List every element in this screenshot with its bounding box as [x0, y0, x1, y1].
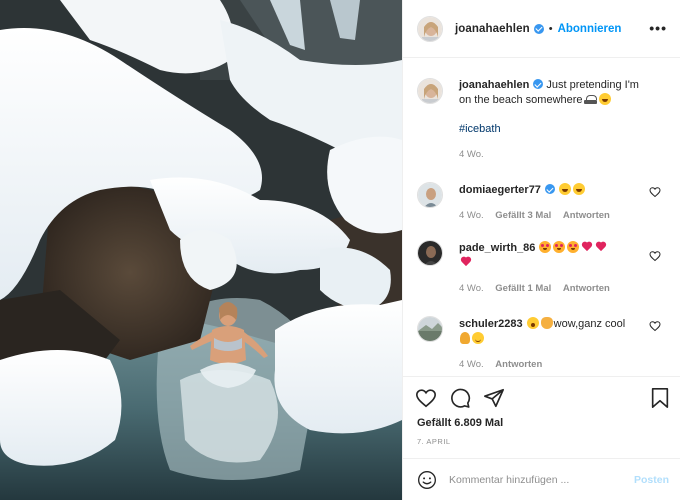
- reply-button[interactable]: Antworten: [495, 359, 542, 370]
- save-bookmark-icon[interactable]: [649, 387, 671, 409]
- caption-timestamp[interactable]: 4 Wo.: [459, 149, 484, 160]
- more-options-icon[interactable]: •••: [649, 21, 667, 35]
- emoji-picker-icon[interactable]: [417, 470, 437, 490]
- comment-item: domiaegerter77 4 Wo. Gefällt 3 Mal Antwo…: [417, 182, 667, 232]
- red-heart-icon: [581, 241, 593, 253]
- like-comment-heart-icon[interactable]: [649, 250, 661, 262]
- hashtag-link[interactable]: #icebath: [459, 122, 651, 137]
- verified-badge-icon: [533, 79, 544, 89]
- comment-body: domiaegerter77 4 Wo. Gefällt 3 Mal Antwo…: [459, 183, 651, 223]
- add-comment-bar: Kommentar hinzufügen ... Posten: [403, 458, 680, 500]
- clap-icon: [540, 317, 553, 329]
- hands-icon: [460, 332, 470, 344]
- separator-dot: •: [548, 22, 553, 35]
- comment-username[interactable]: domiaegerter77: [459, 184, 541, 196]
- author-avatar[interactable]: [417, 78, 443, 104]
- caption-meta: 4 Wo.: [459, 147, 651, 162]
- post-photo[interactable]: [0, 0, 402, 500]
- comment-text: wow,ganz cool: [553, 318, 626, 330]
- red-heart-icon: [460, 256, 472, 268]
- post-date[interactable]: 7. APRIL: [417, 437, 451, 446]
- heart-eyes-icon: [567, 241, 580, 253]
- wow-icon: [526, 317, 539, 329]
- comment-timestamp[interactable]: 4 Wo.: [459, 210, 484, 221]
- author-avatar[interactable]: [417, 15, 443, 42]
- heart-eyes-icon: [539, 241, 552, 253]
- post-comment-button[interactable]: Posten: [634, 474, 669, 486]
- comment-likes[interactable]: Gefällt 3 Mal: [495, 210, 551, 221]
- comments-list[interactable]: joanahaehlen Just pretending I'm on the …: [403, 58, 680, 376]
- caption-item: joanahaehlen Just pretending I'm on the …: [417, 78, 667, 168]
- post-actions: Gefällt 6.809 Mal 7. APRIL: [403, 376, 680, 458]
- comment-body: pade_wirth_86 4 Wo. Gefällt 1 Mal Antwor…: [459, 241, 651, 296]
- post-header: joanahaehlen • Abonnieren •••: [403, 0, 680, 58]
- like-heart-icon[interactable]: [415, 387, 437, 409]
- comment-timestamp[interactable]: 4 Wo.: [459, 359, 484, 370]
- like-comment-heart-icon[interactable]: [649, 320, 661, 332]
- heart-eyes-icon: [553, 241, 566, 253]
- comment-item: pade_wirth_86 4 Wo. Gefällt 1 Mal Antwor…: [417, 240, 667, 304]
- likes-count[interactable]: Gefällt 6.809 Mal: [417, 417, 503, 429]
- beach-icon: [583, 93, 597, 105]
- comment-bubble-icon[interactable]: [449, 387, 471, 409]
- caption-username[interactable]: joanahaehlen: [459, 79, 529, 91]
- commenter-avatar[interactable]: [417, 240, 443, 266]
- reply-button[interactable]: Antworten: [563, 283, 610, 294]
- verified-badge-icon: [544, 184, 555, 194]
- reply-button[interactable]: Antworten: [563, 210, 610, 221]
- commenter-avatar[interactable]: [417, 316, 443, 342]
- comment-meta: 4 Wo. Gefällt 1 Mal Antworten: [459, 281, 651, 296]
- comment-item: schuler2283 wow,ganz cool 4 Wo. Antworte…: [417, 316, 667, 376]
- comment-username[interactable]: schuler2283: [459, 318, 523, 330]
- follow-button[interactable]: Abonnieren: [558, 23, 622, 35]
- post-side-panel: joanahaehlen • Abonnieren ••• joanahaehl…: [402, 0, 680, 500]
- laugh-icon: [598, 93, 611, 105]
- share-paper-plane-icon[interactable]: [483, 387, 505, 409]
- comment-body: schuler2283 wow,ganz cool 4 Wo. Antworte…: [459, 317, 651, 372]
- laugh-icon: [573, 183, 585, 195]
- comment-likes[interactable]: Gefällt 1 Mal: [495, 283, 551, 294]
- commenter-avatar[interactable]: [417, 182, 443, 208]
- author-username[interactable]: joanahaehlen: [455, 23, 530, 35]
- comment-meta: 4 Wo. Antworten: [459, 357, 651, 372]
- laugh-icon: [559, 183, 571, 195]
- comment-timestamp[interactable]: 4 Wo.: [459, 283, 484, 294]
- comment-meta: 4 Wo. Gefällt 3 Mal Antworten: [459, 208, 651, 223]
- smile-icon: [472, 332, 484, 344]
- post-image: [0, 0, 402, 500]
- like-comment-heart-icon[interactable]: [649, 186, 661, 198]
- comment-username[interactable]: pade_wirth_86: [459, 242, 535, 254]
- verified-badge-icon: [533, 23, 544, 34]
- caption-body: joanahaehlen Just pretending I'm on the …: [459, 78, 651, 162]
- red-heart-icon: [595, 241, 607, 253]
